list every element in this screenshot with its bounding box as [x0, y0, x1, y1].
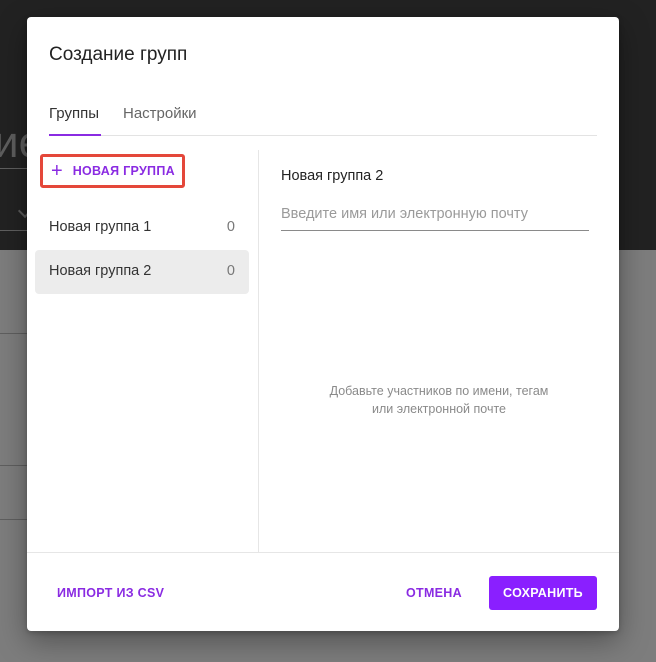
- plus-icon: +: [51, 160, 63, 182]
- empty-members-hint: Добавьте участников по имени, тегам или …: [309, 382, 569, 418]
- dialog-title: Создание групп: [49, 44, 188, 65]
- active-tab-indicator: [49, 134, 101, 136]
- groups-list-panel: + НОВАЯ ГРУППА Новая группа 1 0 Новая гр…: [27, 150, 259, 552]
- background-divider: [0, 519, 28, 520]
- empty-hint-line: или электронной почте: [371, 402, 507, 416]
- tab-groups[interactable]: Группы: [49, 105, 99, 122]
- new-group-label: НОВАЯ ГРУППА: [72, 164, 175, 178]
- group-member-count: 0: [226, 263, 235, 279]
- dialog-tabs: Группы Настройки: [49, 101, 597, 136]
- cancel-button[interactable]: ОТМЕНА: [406, 586, 462, 600]
- background-divider: [0, 333, 28, 334]
- empty-hint-line: Добавьте участников по имени, тегам: [329, 384, 549, 398]
- dialog-footer: ИМПОРТ ИЗ CSV ОТМЕНА СОХРАНИТЬ: [27, 552, 619, 632]
- new-group-button[interactable]: + НОВАЯ ГРУППА: [40, 154, 185, 188]
- selected-group-title: Новая группа 2: [281, 168, 384, 184]
- tab-settings[interactable]: Настройки: [123, 105, 197, 122]
- background-divider: [0, 465, 28, 466]
- member-search-input[interactable]: [281, 198, 589, 231]
- background-divider: [0, 230, 28, 231]
- group-member-count: 0: [226, 219, 235, 235]
- group-detail-panel: Новая группа 2 Добавьте участников по им…: [259, 150, 619, 552]
- create-groups-dialog: Создание групп Группы Настройки + НОВАЯ …: [27, 17, 619, 631]
- background-divider: [0, 168, 28, 169]
- group-item[interactable]: Новая группа 1 0: [35, 206, 249, 250]
- save-button[interactable]: СОХРАНИТЬ: [489, 576, 597, 610]
- group-name: Новая группа 2: [49, 263, 152, 279]
- group-name: Новая группа 1: [49, 219, 152, 235]
- group-item-selected[interactable]: Новая группа 2 0: [35, 250, 249, 294]
- import-csv-button[interactable]: ИМПОРТ ИЗ CSV: [57, 586, 164, 600]
